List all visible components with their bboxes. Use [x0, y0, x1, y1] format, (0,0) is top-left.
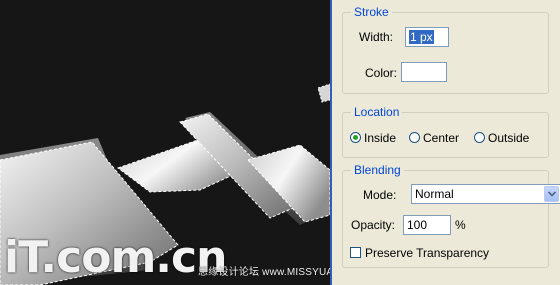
mode-value: Normal: [415, 187, 454, 201]
image-canvas[interactable]: iT.com.cn 思缘设计论坛 www.MISSYUAN.com: [0, 0, 330, 285]
radio-inside-label[interactable]: Inside: [364, 131, 396, 145]
preserve-transparency-label[interactable]: Preserve Transparency: [365, 246, 489, 260]
watermark-site: 思缘设计论坛 www.MISSYUAN.com: [198, 267, 330, 278]
location-group: Location Inside Center Outside: [342, 105, 549, 158]
watermark-logo: iT.com.cn: [4, 232, 227, 283]
radio-outside[interactable]: [474, 132, 485, 143]
width-input[interactable]: 1 px: [405, 27, 449, 47]
radio-inside[interactable]: [350, 132, 361, 143]
mode-select[interactable]: Normal: [411, 184, 560, 204]
opacity-label: Opacity:: [351, 218, 396, 232]
mode-label: Mode:: [363, 188, 397, 202]
preserve-transparency-checkbox[interactable]: [350, 247, 361, 258]
radio-outside-label[interactable]: Outside: [488, 131, 529, 145]
blending-group: Blending Mode: Normal Opacity: 100 % Pre…: [342, 163, 560, 268]
letter-face-far: [317, 83, 330, 103]
stroke-dialog-panel: Stroke Width: 1 px Color: Location Insid…: [330, 0, 560, 285]
width-label: Width:: [359, 30, 394, 44]
radio-center[interactable]: [409, 132, 420, 143]
stroke-group: Stroke Width: 1 px Color:: [342, 5, 549, 94]
color-swatch[interactable]: [401, 62, 447, 82]
chevron-down-icon: [548, 191, 556, 197]
stroke-legend: Stroke: [351, 5, 392, 19]
width-value: 1 px: [409, 30, 434, 44]
opacity-input[interactable]: 100: [403, 215, 451, 235]
location-legend: Location: [351, 105, 403, 119]
blending-legend: Blending: [351, 163, 404, 177]
opacity-value: 100: [407, 218, 428, 232]
opacity-unit: %: [455, 218, 466, 232]
radio-center-label[interactable]: Center: [423, 131, 459, 145]
mode-dropdown-button[interactable]: [544, 186, 559, 202]
color-label: Color:: [365, 66, 398, 80]
